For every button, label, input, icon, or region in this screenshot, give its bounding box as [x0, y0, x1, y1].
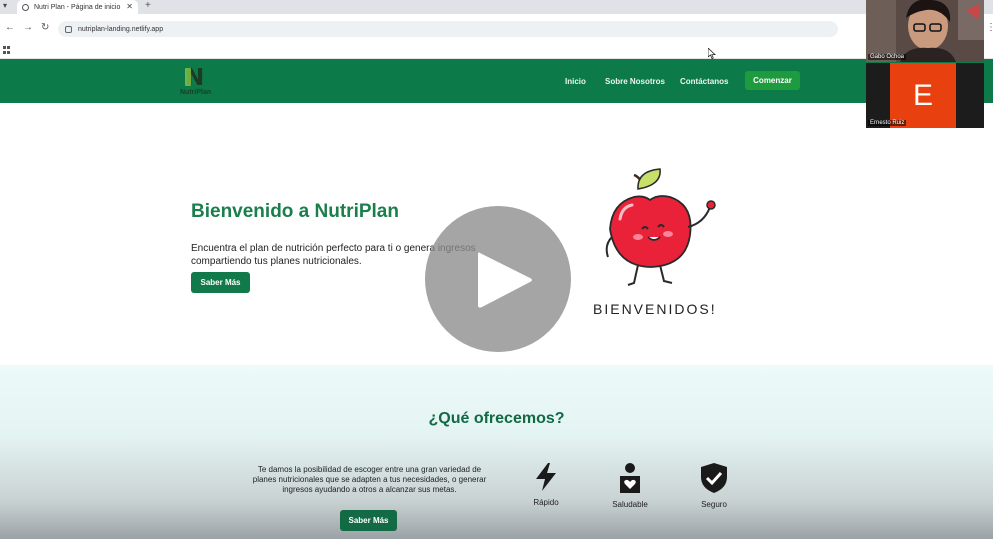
address-bar[interactable]: nutriplan-landing.netlify.app	[58, 21, 838, 37]
site-info-icon[interactable]	[65, 25, 72, 33]
video-play-button[interactable]	[425, 206, 571, 352]
apple-mascot-icon	[605, 168, 716, 286]
tab-close-icon[interactable]: ✕	[126, 2, 133, 11]
comenzar-button[interactable]: Comenzar	[745, 71, 800, 90]
apps-grid-icon[interactable]	[3, 46, 11, 54]
browser-menu-icon[interactable]: ⋮	[986, 22, 993, 33]
reload-icon[interactable]: ↻	[41, 22, 49, 33]
mouse-cursor-icon	[708, 48, 716, 59]
feature-saludable: Saludable	[600, 462, 660, 522]
play-icon	[478, 252, 532, 308]
offer-title: ¿Qué ofrecemos?	[428, 410, 565, 427]
back-icon[interactable]: ←	[5, 22, 15, 33]
browser-tab-bar: ▾ Nutri Plan - Página de inicio ✕ + — ✕	[0, 0, 993, 14]
participant-initial-avatar: E	[890, 63, 956, 128]
health-person-icon	[620, 463, 640, 493]
participant-video-feed	[866, 0, 984, 62]
site-header: N NutriPlan Inicio Sobre Nosotros Contác…	[0, 59, 993, 103]
hero-saber-mas-button[interactable]: Saber Más	[191, 272, 250, 293]
logo-mark-icon: N	[185, 65, 204, 91]
nav-link-contactanos[interactable]: Contáctanos	[680, 77, 728, 86]
feature-label: Saludable	[612, 500, 648, 509]
feature-seguro: Seguro	[684, 462, 744, 522]
nav-link-inicio[interactable]: Inicio	[565, 77, 586, 86]
new-tab-icon[interactable]: +	[145, 0, 151, 11]
nav-link-sobre-nosotros[interactable]: Sobre Nosotros	[605, 77, 665, 86]
shield-check-icon	[701, 463, 727, 493]
tab-list-chevron-icon[interactable]: ▾	[3, 1, 7, 10]
offer-section: ¿Qué ofrecemos? Te damos la posibilidad …	[0, 365, 993, 539]
tab-title: Nutri Plan - Página de inicio	[34, 3, 121, 11]
offer-description: Te damos la posibilidad de escoger entre…	[252, 465, 487, 494]
screen: ▾ Nutri Plan - Página de inicio ✕ + — ✕ …	[0, 0, 993, 539]
tab-favicon-icon	[22, 3, 29, 11]
logo-text: NutriPlan	[180, 89, 212, 96]
site-logo[interactable]: N NutriPlan	[180, 65, 220, 99]
participant-video-tile: Gabo Ochoa	[866, 0, 984, 62]
welcome-caption: BIENVENIDOS!	[593, 301, 717, 317]
feature-label: Seguro	[701, 500, 727, 509]
offer-saber-mas-button[interactable]: Saber Más	[340, 510, 397, 531]
participant-name: Gabo Ochoa	[868, 54, 907, 60]
url-text: nutriplan-landing.netlify.app	[78, 25, 164, 33]
feature-label: Rápido	[533, 498, 559, 507]
feature-rapido: Rápido	[516, 462, 576, 522]
bolt-icon	[536, 463, 556, 491]
hero-title: Bienvenido a NutriPlan	[191, 201, 399, 222]
participant-name: Ernesto Ruiz	[868, 120, 907, 126]
browser-tab[interactable]: Nutri Plan - Página de inicio ✕	[17, 0, 138, 14]
bookmarks-bar	[0, 43, 993, 59]
browser-toolbar: ← → ↻ nutriplan-landing.netlify.app ⋮	[0, 14, 993, 43]
forward-icon[interactable]: →	[23, 22, 33, 33]
participant-avatar-tile: E Ernesto Ruiz	[866, 63, 984, 128]
